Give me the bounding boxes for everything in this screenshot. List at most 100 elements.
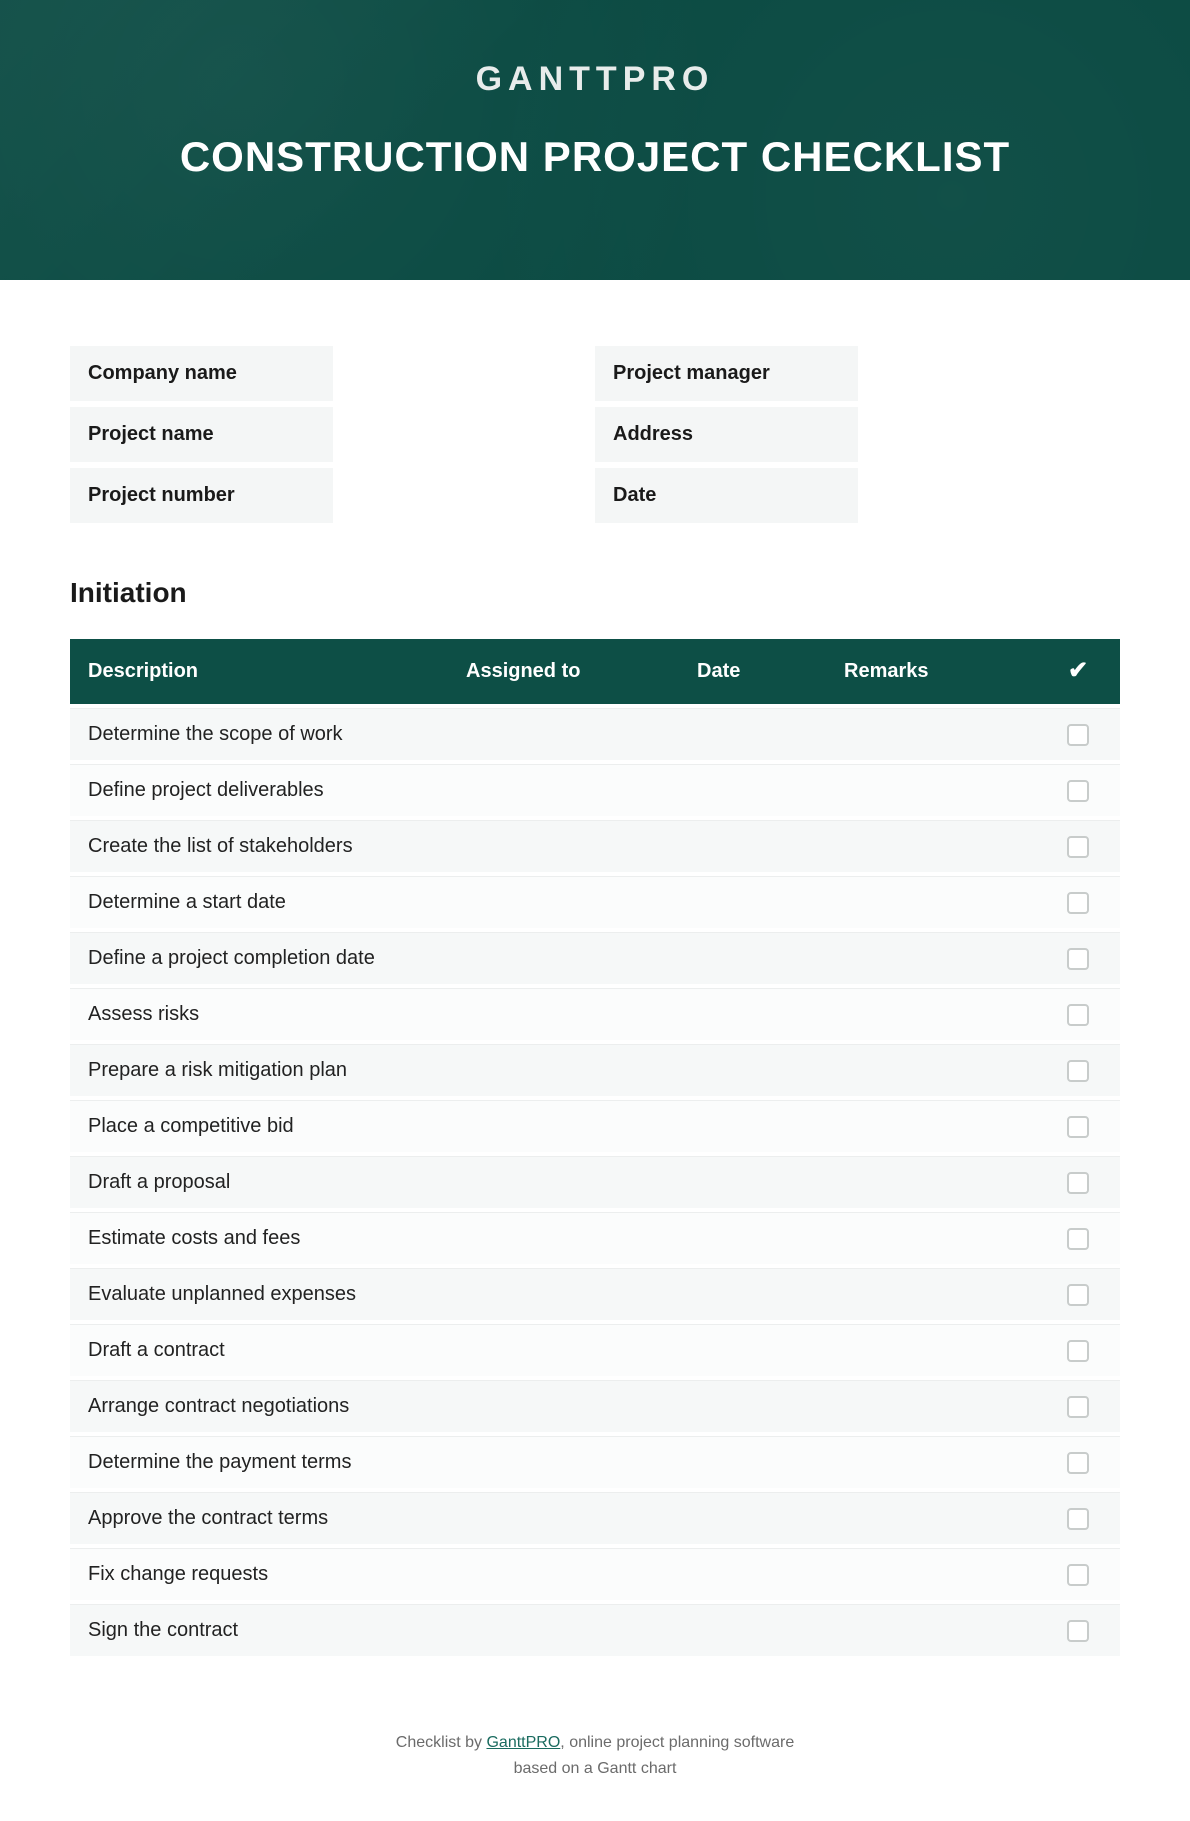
cell-remarks[interactable] xyxy=(826,1324,1036,1376)
cell-assigned-to[interactable] xyxy=(448,820,679,872)
cell-remarks[interactable] xyxy=(826,1492,1036,1544)
cell-check xyxy=(1036,1044,1120,1096)
cell-assigned-to[interactable] xyxy=(448,876,679,928)
checkbox[interactable] xyxy=(1067,892,1089,914)
checklist-row: Define project deliverables xyxy=(70,764,1120,816)
footer: Checklist by GanttPRO, online project pl… xyxy=(0,1700,1190,1821)
meta-value-input[interactable] xyxy=(858,468,1121,523)
cell-check xyxy=(1036,1212,1120,1264)
checkbox[interactable] xyxy=(1067,1228,1089,1250)
cell-assigned-to[interactable] xyxy=(448,988,679,1040)
checkbox[interactable] xyxy=(1067,1620,1089,1642)
cell-remarks[interactable] xyxy=(826,1044,1036,1096)
cell-remarks[interactable] xyxy=(826,1268,1036,1320)
cell-description: Fix change requests xyxy=(70,1548,448,1600)
checkbox[interactable] xyxy=(1067,1564,1089,1586)
checklist-row: Define a project completion date xyxy=(70,932,1120,984)
cell-description: Define a project completion date xyxy=(70,932,448,984)
checklist-row: Evaluate unplanned expenses xyxy=(70,1268,1120,1320)
meta-label: Project number xyxy=(70,468,333,523)
checkbox[interactable] xyxy=(1067,1508,1089,1530)
cell-assigned-to[interactable] xyxy=(448,1044,679,1096)
meta-label: Company name xyxy=(70,346,333,401)
cell-remarks[interactable] xyxy=(826,764,1036,816)
checkbox[interactable] xyxy=(1067,1340,1089,1362)
checkbox[interactable] xyxy=(1067,1060,1089,1082)
cell-date[interactable] xyxy=(679,1212,826,1264)
checkbox[interactable] xyxy=(1067,836,1089,858)
cell-check xyxy=(1036,708,1120,760)
cell-assigned-to[interactable] xyxy=(448,1324,679,1376)
cell-date[interactable] xyxy=(679,1492,826,1544)
cell-date[interactable] xyxy=(679,1380,826,1432)
cell-remarks[interactable] xyxy=(826,1436,1036,1488)
cell-date[interactable] xyxy=(679,1436,826,1488)
cell-date[interactable] xyxy=(679,988,826,1040)
cell-remarks[interactable] xyxy=(826,1380,1036,1432)
cell-date[interactable] xyxy=(679,1100,826,1152)
cell-assigned-to[interactable] xyxy=(448,1156,679,1208)
cell-date[interactable] xyxy=(679,876,826,928)
meta-value-input[interactable] xyxy=(333,346,596,401)
checkbox[interactable] xyxy=(1067,1452,1089,1474)
meta-value-input[interactable] xyxy=(333,407,596,462)
cell-description: Sign the contract xyxy=(70,1604,448,1656)
cell-remarks[interactable] xyxy=(826,1212,1036,1264)
cell-date[interactable] xyxy=(679,708,826,760)
footer-suffix: , online project planning software xyxy=(560,1734,794,1751)
col-header-description: Description xyxy=(70,639,448,704)
cell-description: Define project deliverables xyxy=(70,764,448,816)
checkbox[interactable] xyxy=(1067,1172,1089,1194)
checkbox[interactable] xyxy=(1067,1116,1089,1138)
cell-assigned-to[interactable] xyxy=(448,1100,679,1152)
checkbox[interactable] xyxy=(1067,1396,1089,1418)
cell-description: Arrange contract negotiations xyxy=(70,1380,448,1432)
col-header-check: ✔ xyxy=(1036,639,1120,704)
cell-date[interactable] xyxy=(679,1548,826,1600)
cell-date[interactable] xyxy=(679,1156,826,1208)
checkbox[interactable] xyxy=(1067,724,1089,746)
cell-date[interactable] xyxy=(679,1604,826,1656)
cell-remarks[interactable] xyxy=(826,876,1036,928)
cell-assigned-to[interactable] xyxy=(448,764,679,816)
cell-assigned-to[interactable] xyxy=(448,708,679,760)
cell-date[interactable] xyxy=(679,1044,826,1096)
cell-date[interactable] xyxy=(679,1268,826,1320)
cell-assigned-to[interactable] xyxy=(448,1436,679,1488)
meta-value-input[interactable] xyxy=(858,407,1121,462)
cell-remarks[interactable] xyxy=(826,1604,1036,1656)
cell-assigned-to[interactable] xyxy=(448,1604,679,1656)
checkbox[interactable] xyxy=(1067,1284,1089,1306)
meta-value-input[interactable] xyxy=(858,346,1121,401)
checkbox[interactable] xyxy=(1067,948,1089,970)
cell-remarks[interactable] xyxy=(826,708,1036,760)
cell-remarks[interactable] xyxy=(826,820,1036,872)
cell-date[interactable] xyxy=(679,820,826,872)
cell-remarks[interactable] xyxy=(826,932,1036,984)
footer-line2: based on a Gantt chart xyxy=(514,1760,677,1777)
project-meta-table: Company nameProject managerProject nameA… xyxy=(70,340,1120,529)
checkbox[interactable] xyxy=(1067,780,1089,802)
footer-link-ganttpro[interactable]: GanttPRO xyxy=(486,1734,560,1751)
cell-date[interactable] xyxy=(679,932,826,984)
cell-date[interactable] xyxy=(679,1324,826,1376)
cell-check xyxy=(1036,1604,1120,1656)
checklist-table: Description Assigned to Date Remarks ✔ D… xyxy=(70,635,1120,1660)
cell-remarks[interactable] xyxy=(826,1548,1036,1600)
cell-remarks[interactable] xyxy=(826,1100,1036,1152)
cell-assigned-to[interactable] xyxy=(448,932,679,984)
cell-assigned-to[interactable] xyxy=(448,1212,679,1264)
cell-assigned-to[interactable] xyxy=(448,1492,679,1544)
cell-description: Create the list of stakeholders xyxy=(70,820,448,872)
col-header-assigned-to: Assigned to xyxy=(448,639,679,704)
cell-assigned-to[interactable] xyxy=(448,1380,679,1432)
cell-assigned-to[interactable] xyxy=(448,1268,679,1320)
cell-description: Determine the scope of work xyxy=(70,708,448,760)
meta-value-input[interactable] xyxy=(333,468,596,523)
cell-remarks[interactable] xyxy=(826,1156,1036,1208)
cell-check xyxy=(1036,1100,1120,1152)
cell-date[interactable] xyxy=(679,764,826,816)
cell-assigned-to[interactable] xyxy=(448,1548,679,1600)
cell-remarks[interactable] xyxy=(826,988,1036,1040)
checkbox[interactable] xyxy=(1067,1004,1089,1026)
